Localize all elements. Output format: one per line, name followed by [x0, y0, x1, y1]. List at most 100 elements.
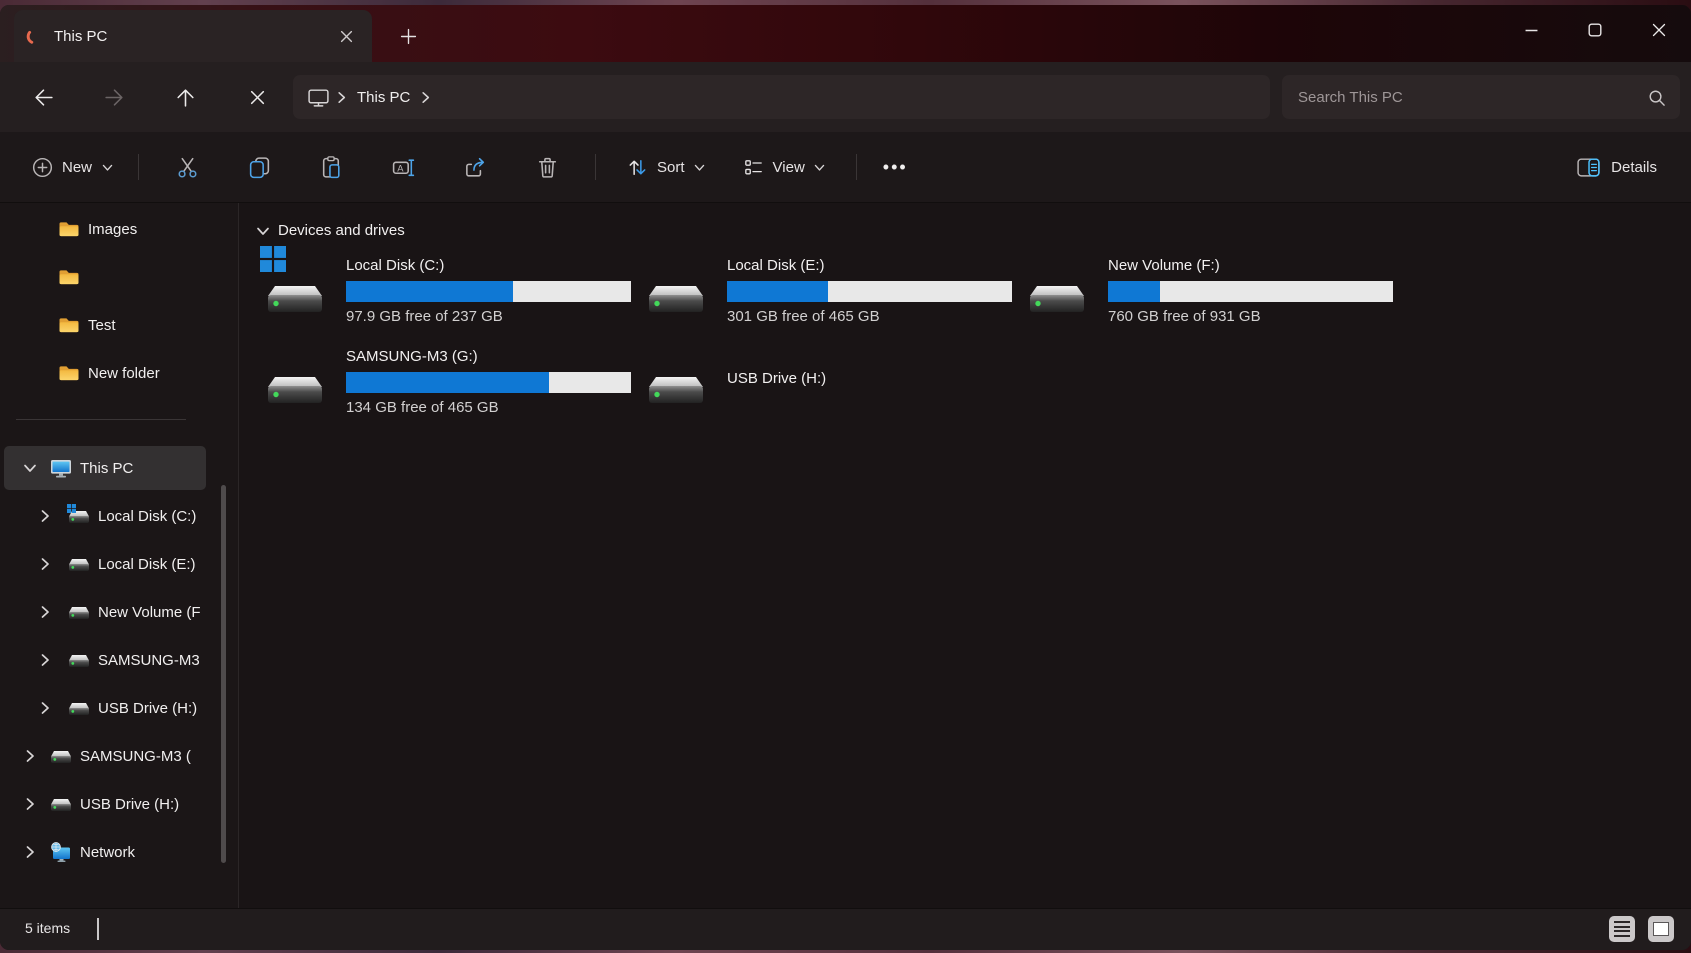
- folder-icon: [58, 268, 80, 286]
- sidebar-item-unnamed-folder[interactable]: [4, 255, 206, 299]
- drive-name: USB Drive (H:): [727, 370, 826, 387]
- chevron-right-icon[interactable]: [22, 796, 38, 812]
- chevron-right-icon[interactable]: [22, 748, 38, 764]
- breadcrumb-chevron-icon[interactable]: [418, 90, 433, 105]
- sort-button-label: Sort: [657, 159, 685, 176]
- tab-this-pc[interactable]: This PC: [14, 10, 372, 62]
- drive-tile-new-volume-f[interactable]: New Volume (F:) 760 GB free of 931 GB: [1014, 249, 1394, 333]
- drive-tile-samsung-m3-g[interactable]: SAMSUNG-M3 (G:) 134 GB free of 465 GB: [252, 340, 632, 424]
- sidebar-item-images[interactable]: Images: [4, 207, 206, 251]
- svg-text:A: A: [397, 163, 404, 173]
- maximize-button[interactable]: [1563, 5, 1627, 55]
- search-input[interactable]: [1296, 88, 1647, 107]
- sort-arrows-icon: [626, 156, 649, 179]
- breadcrumb-chevron-icon: [334, 90, 349, 105]
- copy-button[interactable]: [236, 146, 282, 188]
- chevron-right-icon[interactable]: [37, 508, 53, 524]
- address-bar[interactable]: This PC: [293, 75, 1270, 119]
- new-tab-button[interactable]: [394, 22, 422, 50]
- more-options-button[interactable]: •••: [869, 151, 922, 184]
- sidebar-scrollbar[interactable]: [221, 485, 226, 863]
- status-bar: 5 items: [0, 908, 1691, 950]
- sidebar-item-new-folder[interactable]: New folder: [4, 351, 206, 395]
- sidebar-item-network[interactable]: Network: [4, 830, 206, 874]
- chevron-down-icon[interactable]: [22, 460, 38, 476]
- drive-icon: [266, 275, 324, 315]
- drive-capacity-text: 97.9 GB free of 237 GB: [346, 308, 503, 325]
- sidebar-item-usb-drive-h[interactable]: USB Drive (H:): [4, 686, 206, 730]
- section-devices-and-drives[interactable]: Devices and drives: [255, 222, 405, 239]
- close-button[interactable]: [1627, 5, 1691, 55]
- back-button[interactable]: [24, 78, 62, 116]
- details-pane-icon: [1576, 156, 1601, 179]
- sort-button[interactable]: Sort: [614, 148, 718, 187]
- forward-button[interactable]: [95, 78, 133, 116]
- sidebar-item-usb-drive-h-root[interactable]: USB Drive (H:): [4, 782, 206, 826]
- sidebar-item-samsung-m3-g[interactable]: SAMSUNG-M3: [4, 638, 206, 682]
- drive-tile-local-disk-c[interactable]: Local Disk (C:) 97.9 GB free of 237 GB: [252, 249, 632, 333]
- search-icon[interactable]: [1647, 88, 1666, 107]
- chevron-down-icon: [101, 161, 114, 174]
- this-pc-monitor-icon: [307, 87, 330, 108]
- rename-button[interactable]: A: [380, 146, 426, 188]
- up-button[interactable]: [166, 78, 204, 116]
- sidebar-item-local-disk-c[interactable]: Local Disk (C:): [4, 494, 206, 538]
- section-title: Devices and drives: [278, 222, 405, 239]
- chevron-right-icon[interactable]: [37, 604, 53, 620]
- content-pane: Devices and drives Local Disk (C:) 97.9 …: [239, 203, 1691, 908]
- cut-button[interactable]: [164, 146, 210, 188]
- drive-icon: [68, 604, 90, 620]
- drive-icon: [647, 275, 705, 315]
- drive-icon: [266, 366, 324, 406]
- large-icons-view-toggle-icon[interactable]: [1648, 916, 1674, 942]
- system-drive-icon: [68, 508, 90, 524]
- tab-close-icon[interactable]: [332, 22, 360, 50]
- drive-name: Local Disk (C:): [346, 257, 444, 274]
- folder-icon: [58, 364, 80, 382]
- details-pane-button[interactable]: Details: [1564, 148, 1669, 187]
- sidebar-item-samsung-m3-root[interactable]: SAMSUNG-M3 (: [4, 734, 206, 778]
- sidebar-item-this-pc[interactable]: This PC: [4, 446, 206, 490]
- chevron-right-icon[interactable]: [37, 652, 53, 668]
- capacity-bar-fill: [346, 372, 549, 393]
- section-collapse-chevron-icon[interactable]: [255, 223, 271, 239]
- drive-capacity-text: 760 GB free of 931 GB: [1108, 308, 1261, 325]
- drive-icon: [647, 366, 705, 406]
- navigation-bar: This PC: [0, 62, 1691, 132]
- details-view-toggle-icon[interactable]: [1609, 916, 1635, 942]
- chevron-right-icon[interactable]: [37, 700, 53, 716]
- chevron-right-icon[interactable]: [37, 556, 53, 572]
- paste-button[interactable]: [308, 146, 354, 188]
- details-button-label: Details: [1611, 159, 1657, 176]
- network-icon: [50, 842, 72, 862]
- chevron-right-icon[interactable]: [22, 844, 38, 860]
- drive-name: New Volume (F:): [1108, 257, 1220, 274]
- capacity-bar: [346, 281, 631, 302]
- search-box[interactable]: [1282, 75, 1680, 119]
- stop-refresh-button[interactable]: [238, 78, 276, 116]
- drive-tile-local-disk-e[interactable]: Local Disk (E:) 301 GB free of 465 GB: [633, 249, 1013, 333]
- toolbar-divider: [856, 154, 857, 180]
- delete-button[interactable]: [524, 146, 570, 188]
- breadcrumb-this-pc[interactable]: This PC: [357, 89, 410, 106]
- drive-name: Local Disk (E:): [727, 257, 825, 274]
- drive-icon: [1028, 275, 1086, 315]
- file-explorer-window: This PC: [0, 5, 1691, 950]
- toolbar-divider: [138, 154, 139, 180]
- minimize-button[interactable]: [1499, 5, 1563, 55]
- share-button[interactable]: [452, 146, 498, 188]
- chevron-down-icon: [693, 161, 706, 174]
- sidebar-item-local-disk-e[interactable]: Local Disk (E:): [4, 542, 206, 586]
- new-plus-icon: [32, 157, 53, 178]
- capacity-bar-fill: [346, 281, 513, 302]
- drive-tile-usb-drive-h[interactable]: USB Drive (H:): [633, 340, 1013, 424]
- view-button[interactable]: View: [730, 148, 838, 187]
- sidebar-item-new-volume-f[interactable]: New Volume (F: [4, 590, 206, 634]
- new-button-label: New: [62, 159, 92, 176]
- chevron-down-icon: [813, 161, 826, 174]
- this-pc-icon: [50, 458, 72, 478]
- item-count: 5 items: [25, 920, 70, 936]
- navigation-pane: Images Test New folder This PC: [0, 203, 238, 908]
- sidebar-item-test[interactable]: Test: [4, 303, 206, 347]
- new-button[interactable]: New: [20, 149, 126, 186]
